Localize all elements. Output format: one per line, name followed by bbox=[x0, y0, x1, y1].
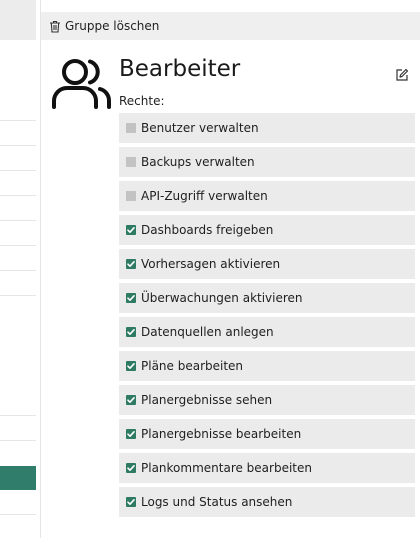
list-row-divider bbox=[0, 270, 36, 271]
permission-label: Planergebnisse bearbeiten bbox=[141, 427, 302, 441]
list-row-divider bbox=[0, 145, 36, 146]
permission-item[interactable]: Vorhersagen aktivieren bbox=[119, 249, 415, 279]
checkbox-checked-icon[interactable] bbox=[126, 259, 136, 269]
checkbox-checked-icon[interactable] bbox=[126, 429, 136, 439]
checkbox-unchecked-icon[interactable] bbox=[126, 157, 136, 167]
permission-item[interactable]: Datenquellen anlegen bbox=[119, 317, 415, 347]
list-row-divider bbox=[0, 415, 36, 416]
list-row-divider bbox=[0, 220, 36, 221]
permission-item[interactable]: Planergebnisse sehen bbox=[119, 385, 415, 415]
list-row-divider bbox=[0, 514, 36, 515]
permission-label: Dashboards freigeben bbox=[141, 223, 274, 237]
permission-label: Datenquellen anlegen bbox=[141, 325, 274, 339]
group-list-item-selected[interactable] bbox=[0, 466, 36, 490]
group-title: Bearbeiter bbox=[119, 56, 241, 82]
group-list-pane bbox=[0, 0, 36, 538]
permission-label: Pläne bearbeiten bbox=[141, 359, 244, 373]
permission-item[interactable]: Planergebnisse bearbeiten bbox=[119, 419, 415, 449]
permission-item[interactable]: Überwachungen aktivieren bbox=[119, 283, 415, 313]
permission-item[interactable]: API-Zugriff verwalten bbox=[119, 181, 415, 211]
list-row-divider bbox=[0, 195, 36, 196]
permission-label: Benutzer verwalten bbox=[141, 121, 259, 135]
permission-label: Planergebnisse sehen bbox=[141, 393, 273, 407]
checkbox-checked-icon[interactable] bbox=[126, 361, 136, 371]
edit-icon[interactable] bbox=[395, 68, 409, 82]
permission-item[interactable]: Dashboards freigeben bbox=[119, 215, 415, 245]
checkbox-checked-icon[interactable] bbox=[126, 463, 136, 473]
permission-item[interactable]: Logs und Status ansehen bbox=[119, 487, 415, 517]
checkbox-checked-icon[interactable] bbox=[126, 395, 136, 405]
delete-group-button[interactable]: Gruppe löschen bbox=[49, 19, 159, 33]
pane-divider bbox=[40, 0, 41, 538]
permission-label: Logs und Status ansehen bbox=[141, 495, 293, 509]
permission-label: Vorhersagen aktivieren bbox=[141, 257, 281, 271]
permission-label: Plankommentare bearbeiten bbox=[141, 461, 312, 475]
list-row-divider bbox=[0, 170, 36, 171]
permission-list: Benutzer verwalten Backups verwalten API-Z… bbox=[119, 113, 415, 521]
permission-label: Backups verwalten bbox=[141, 155, 255, 169]
permission-item[interactable]: Pläne bearbeiten bbox=[119, 351, 415, 381]
checkbox-unchecked-icon[interactable] bbox=[126, 123, 136, 133]
checkbox-checked-icon[interactable] bbox=[126, 497, 136, 507]
permission-item[interactable]: Plankommentare bearbeiten bbox=[119, 453, 415, 483]
rights-label: Rechte: bbox=[119, 94, 165, 108]
checkbox-checked-icon[interactable] bbox=[126, 225, 136, 235]
permission-label: Überwachungen aktivieren bbox=[141, 291, 303, 305]
checkbox-unchecked-icon[interactable] bbox=[126, 191, 136, 201]
list-row-divider bbox=[0, 440, 36, 441]
checkbox-checked-icon[interactable] bbox=[126, 293, 136, 303]
permission-item[interactable]: Backups verwalten bbox=[119, 147, 415, 177]
detail-toolbar: Gruppe löschen bbox=[41, 12, 420, 40]
trash-icon bbox=[50, 20, 60, 33]
list-row-divider bbox=[0, 245, 36, 246]
users-icon bbox=[52, 59, 111, 109]
list-row-divider bbox=[0, 120, 36, 121]
delete-group-label: Gruppe löschen bbox=[65, 19, 160, 33]
checkbox-checked-icon[interactable] bbox=[126, 327, 136, 337]
permission-item[interactable]: Benutzer verwalten bbox=[119, 113, 415, 143]
permission-label: API-Zugriff verwalten bbox=[141, 189, 268, 203]
list-row-divider bbox=[0, 295, 36, 296]
group-list-header bbox=[0, 0, 36, 40]
